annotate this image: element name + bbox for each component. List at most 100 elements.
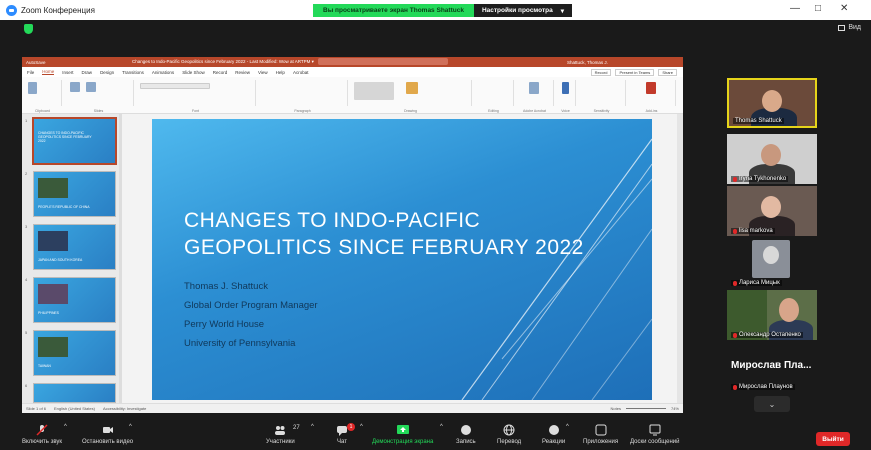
document-title: Changes to Indo-Pacific Geopolitics sinc… xyxy=(132,59,314,64)
participant-name-text: Лариса Мицык xyxy=(739,280,780,286)
view-options-label: Настройки просмотра xyxy=(481,7,553,14)
participant-tile[interactable]: Iryna Tykhonenko xyxy=(727,134,817,184)
menu-help: Help xyxy=(275,69,285,75)
zoom-window: Zoom Конференция Вы просматриваете экран… xyxy=(0,0,871,450)
slide-headline: CHANGES TO INDO-PACIFIC GEOPOLITICS SINC… xyxy=(184,207,584,261)
more-participants-button[interactable]: ⌄ xyxy=(754,396,790,412)
ribbon-group-clipboard: Clipboard xyxy=(24,80,62,113)
thumb-title: PEOPLE'S REPUBLIC OF CHINA xyxy=(38,205,90,209)
participant-count: 27 xyxy=(293,425,300,431)
ribbon-group-acrobat: Adobe Acrobat xyxy=(516,80,554,113)
participant-name-text: Мирослав Плаунов xyxy=(739,384,793,390)
thumb-title: PHILIPPINES xyxy=(38,311,59,315)
view-button[interactable]: Вид xyxy=(838,24,861,31)
reuse-slides-icon xyxy=(86,82,96,92)
menu-draw: Draw xyxy=(81,69,93,75)
presenter-role: Global Order Program Manager xyxy=(184,300,318,311)
close-button[interactable]: ✕ xyxy=(840,3,848,14)
participant-tile[interactable]: Thomas Shattuck xyxy=(727,78,817,128)
menu-home: Home xyxy=(42,69,55,75)
leave-button[interactable]: Выйти xyxy=(816,432,850,446)
shared-screen: AutoSave Changes to Indo-Pacific Geopoli… xyxy=(22,57,683,413)
slide-thumbnail xyxy=(33,383,116,403)
thumb-photo xyxy=(38,284,68,304)
mic-muted-icon xyxy=(733,176,737,182)
chat-caret[interactable]: ^ xyxy=(360,424,363,430)
stop-video-label: Остановить видео xyxy=(82,439,134,445)
chevron-down-icon: ▾ xyxy=(560,7,564,15)
participant-name: lisa markova xyxy=(731,228,775,234)
audio-options-caret[interactable]: ^ xyxy=(64,424,67,430)
ppt-menu-right: Record Present in Teams Share xyxy=(590,68,683,76)
participant-tile[interactable]: Лариса Мицык xyxy=(727,238,817,288)
participant-tile[interactable]: Олександр Остапенко xyxy=(727,290,817,340)
security-shield-icon[interactable] xyxy=(24,24,33,34)
ribbon-group-font: Font xyxy=(136,80,256,113)
participants-label: Участники xyxy=(266,439,295,445)
minimize-button[interactable]: — xyxy=(790,3,800,14)
presenter-university: University of Pennsylvania xyxy=(184,338,296,349)
menu-view: View xyxy=(257,69,268,75)
notes-toggle: Notes xyxy=(610,406,621,411)
headline-line-1: CHANGES TO INDO-PACIFIC xyxy=(184,209,481,232)
thumb-number: 4 xyxy=(25,277,28,282)
participant-tile[interactable]: Мирослав Пла... Мирослав Плаунов xyxy=(727,342,817,392)
participant-name-text: Iryna Tykhonenko xyxy=(739,176,787,182)
participants-caret[interactable]: ^ xyxy=(311,424,314,430)
share-caret[interactable]: ^ xyxy=(440,424,443,430)
participant-name: Лариса Мицык xyxy=(731,280,782,286)
slide-thumbnail: PEOPLE'S REPUBLIC OF CHINA xyxy=(33,171,116,217)
participant-name: Олександр Остапенко xyxy=(731,332,803,338)
ppt-status-bar: Slide 1 of 6 English (United States) Acc… xyxy=(22,403,683,413)
thumb-number: 2 xyxy=(25,171,28,176)
participant-name: Мирослав Плаунов xyxy=(731,384,795,390)
ppt-search-box xyxy=(318,58,448,65)
apps-button[interactable]: Приложения xyxy=(583,424,618,445)
accessibility-indicator: Accessibility: Investigate xyxy=(102,406,147,411)
shapes-gallery xyxy=(354,82,394,100)
slide-thumbnails-pane: 1 CHANGES TO INDO-PACIFIC GEOPOLITICS SI… xyxy=(22,114,119,403)
menu-design: Design xyxy=(100,69,115,75)
menu-slide-show: Slide Show xyxy=(182,69,205,75)
participant-display-name: Мирослав Пла... xyxy=(731,360,812,371)
ppt-user-name: Shattuck, Thomas J. xyxy=(567,59,608,65)
reactions-button[interactable]: Реакции xyxy=(542,424,565,445)
share-screen-icon xyxy=(396,425,409,434)
unmute-button[interactable]: Включить звук xyxy=(22,424,62,445)
reactions-label: Реакции xyxy=(542,439,566,445)
translate-button[interactable]: Перевод xyxy=(497,424,521,445)
video-options-caret[interactable]: ^ xyxy=(129,424,132,430)
maximize-button[interactable]: □ xyxy=(815,3,821,14)
thumb-title: JAPAN AND SOUTH KOREA xyxy=(38,258,83,262)
whiteboards-button[interactable]: Доски сообщений xyxy=(630,424,680,445)
share-screen-button[interactable]: Демонстрация экрана xyxy=(372,424,433,445)
ribbon-group-editing: Editing xyxy=(474,80,514,113)
thumb-number: 5 xyxy=(25,330,28,335)
participant-face xyxy=(762,90,782,112)
smiley-icon xyxy=(548,425,559,435)
zoom-logo-icon xyxy=(6,4,17,16)
present-in-teams-button: Present in Teams xyxy=(615,68,655,76)
language-indicator: English (United States) xyxy=(54,406,95,411)
arrange-icon xyxy=(406,82,418,94)
meeting-controls: Включить звук ^ Остановить видео ^ Участ… xyxy=(0,420,871,450)
unmute-label: Включить звук xyxy=(22,439,63,445)
stop-video-button[interactable]: Остановить видео xyxy=(82,424,133,445)
record-button[interactable]: Запись xyxy=(456,424,476,445)
view-options-button[interactable]: Настройки просмотра ▾ xyxy=(473,4,572,17)
thumb-number: 6 xyxy=(25,383,28,388)
reactions-caret[interactable]: ^ xyxy=(566,424,569,430)
record-icon xyxy=(460,425,471,435)
menu-insert: Insert xyxy=(62,69,74,75)
presenter-org: Perry World House xyxy=(184,319,265,330)
menu-review: Review xyxy=(235,69,250,75)
mic-muted-icon xyxy=(733,228,737,234)
participants-button[interactable]: Участники xyxy=(266,424,295,445)
ribbon-group-slides: Slides xyxy=(64,80,134,113)
participant-tile[interactable]: lisa markova xyxy=(727,186,817,236)
slide-scrollbar xyxy=(677,114,683,403)
font-name-box xyxy=(140,83,210,89)
slide-counter: Slide 1 of 6 xyxy=(26,406,47,411)
thumb-photo xyxy=(38,337,68,357)
slide-thumbnail: CHANGES TO INDO-PACIFIC GEOPOLITICS SINC… xyxy=(32,117,117,165)
